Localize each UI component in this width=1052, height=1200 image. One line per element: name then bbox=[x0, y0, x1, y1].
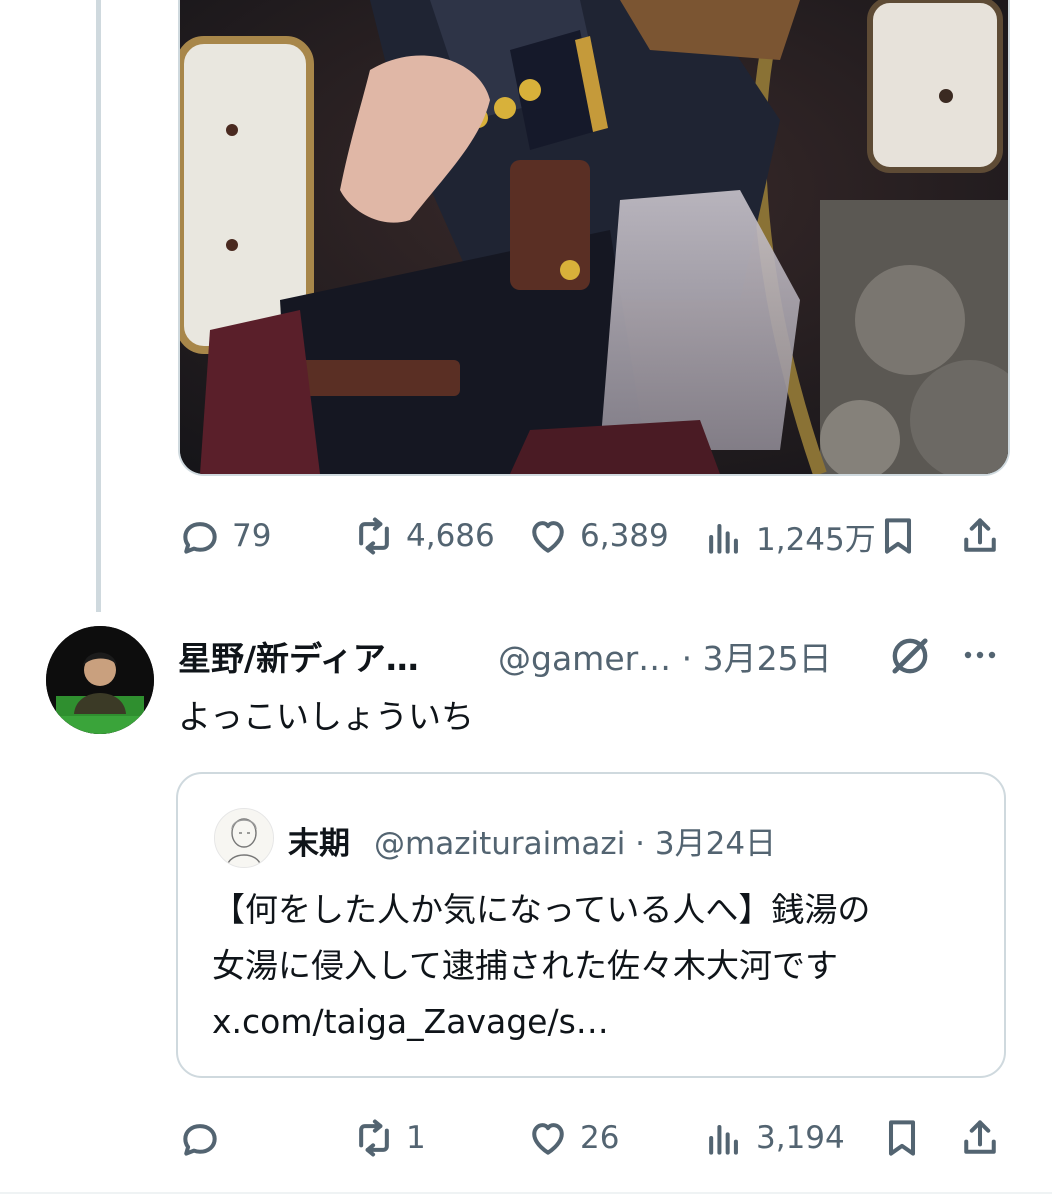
views-count: 3,194 bbox=[756, 1120, 845, 1156]
like-count: 26 bbox=[580, 1120, 620, 1156]
bookmark-icon bbox=[884, 518, 912, 554]
share-button[interactable] bbox=[958, 514, 1002, 558]
repost-icon bbox=[359, 1119, 389, 1157]
reply-button[interactable] bbox=[178, 1116, 232, 1160]
share-button[interactable] bbox=[958, 1116, 1002, 1160]
reply-count: 79 bbox=[232, 518, 272, 554]
repost-count: 1 bbox=[406, 1120, 426, 1156]
share-icon bbox=[964, 518, 996, 552]
grok-icon bbox=[892, 638, 928, 674]
reply-action-bar: 1 26 3,194 bbox=[0, 1114, 1052, 1170]
more-button[interactable] bbox=[960, 640, 1000, 670]
reply-avatar[interactable] bbox=[46, 626, 154, 734]
like-count: 6,389 bbox=[580, 518, 669, 554]
like-icon bbox=[532, 521, 564, 553]
quoted-tweet-card[interactable]: 末期 @mazituraimazi · 3月24日 【何をした人か気になっている… bbox=[176, 772, 1006, 1078]
share-icon bbox=[964, 1120, 996, 1154]
repost-icon bbox=[359, 517, 389, 555]
repost-button[interactable]: 4,686 bbox=[352, 514, 495, 558]
tweet-media-image[interactable] bbox=[178, 0, 1010, 476]
like-button[interactable]: 6,389 bbox=[526, 514, 669, 558]
quoted-link[interactable]: x.com/taiga_Zavage/s… bbox=[212, 994, 982, 1050]
avatar-photo bbox=[46, 626, 154, 734]
quoted-display-name[interactable]: 末期 bbox=[288, 818, 350, 863]
tweet-divider bbox=[0, 1192, 1052, 1194]
reply-display-name[interactable]: 星野/新ディア… bbox=[178, 632, 419, 680]
bookmark-button[interactable] bbox=[880, 1116, 924, 1160]
like-button[interactable]: 26 bbox=[526, 1116, 619, 1160]
media-photo bbox=[180, 0, 1008, 474]
bookmark-button[interactable] bbox=[876, 514, 920, 558]
more-icon bbox=[964, 651, 996, 659]
quoted-avatar-sketch bbox=[215, 809, 273, 867]
quoted-text: 【何をした人か気になっている人へ】銭湯の 女湯に侵入して逮捕された佐々木大河です… bbox=[212, 882, 982, 1050]
quoted-handle-date[interactable]: @mazituraimazi · 3月24日 bbox=[374, 818, 776, 863]
bookmark-icon bbox=[888, 1120, 916, 1156]
grok-button[interactable] bbox=[884, 630, 936, 682]
views-button[interactable]: 3,194 bbox=[702, 1116, 845, 1160]
quoted-avatar[interactable] bbox=[214, 808, 274, 868]
views-button[interactable]: 1,245万 bbox=[702, 514, 876, 559]
like-icon bbox=[532, 1123, 564, 1155]
views-icon bbox=[709, 1124, 738, 1155]
quoted-text-line: 女湯に侵入して逮捕された佐々木大河です bbox=[212, 946, 839, 985]
parent-action-bar: 79 4,686 6,389 1,245万 bbox=[0, 512, 1052, 568]
reply-button[interactable]: 79 bbox=[178, 514, 271, 558]
reply-icon bbox=[183, 522, 217, 554]
reply-handle-date[interactable]: @gamer… · 3月25日 bbox=[498, 632, 832, 680]
views-count: 1,245万 bbox=[756, 522, 876, 558]
views-icon bbox=[709, 523, 738, 554]
quoted-text-line: 【何をした人か気になっている人へ】銭湯の bbox=[212, 890, 871, 929]
reply-text: よっこいしょういち bbox=[178, 697, 475, 736]
repost-button[interactable]: 1 bbox=[352, 1116, 426, 1160]
reply-icon bbox=[183, 1124, 217, 1156]
repost-count: 4,686 bbox=[406, 518, 495, 554]
